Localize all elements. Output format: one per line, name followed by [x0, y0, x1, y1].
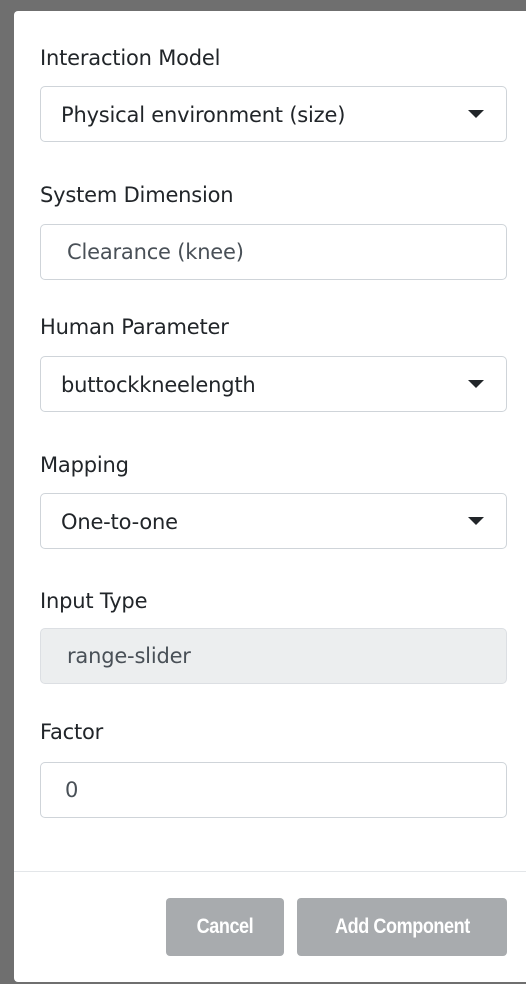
add-component-button-label: Add Component: [334, 915, 470, 938]
mapping-value: One-to-one: [61, 510, 178, 534]
mapping-label: Mapping: [40, 453, 129, 477]
mapping-select[interactable]: One-to-one: [40, 493, 507, 549]
caret-down-icon: [468, 110, 484, 118]
interaction-model-label: Interaction Model: [40, 46, 221, 70]
add-component-dialog: Interaction Model Physical environment (…: [14, 11, 526, 982]
interaction-model-value: Physical environment (size): [61, 103, 346, 127]
factor-input[interactable]: 0: [40, 762, 507, 818]
human-parameter-value: buttockkneelength: [61, 373, 256, 397]
input-type-label: Input Type: [40, 589, 148, 613]
interaction-model-select[interactable]: Physical environment (size): [40, 86, 507, 142]
system-dimension-input[interactable]: Clearance (knee): [40, 224, 507, 280]
caret-down-icon: [468, 380, 484, 388]
cancel-button[interactable]: Cancel: [166, 898, 284, 956]
input-type-input: range-slider: [40, 628, 507, 684]
footer-divider: [14, 871, 526, 872]
system-dimension-label: System Dimension: [40, 183, 234, 207]
human-parameter-select[interactable]: buttockkneelength: [40, 356, 507, 412]
factor-label: Factor: [40, 720, 104, 744]
cancel-button-label: Cancel: [196, 915, 254, 938]
dialog-body: Interaction Model Physical environment (…: [14, 11, 526, 871]
human-parameter-label: Human Parameter: [40, 315, 229, 339]
caret-down-icon: [468, 517, 484, 525]
add-component-button[interactable]: Add Component: [297, 898, 507, 956]
